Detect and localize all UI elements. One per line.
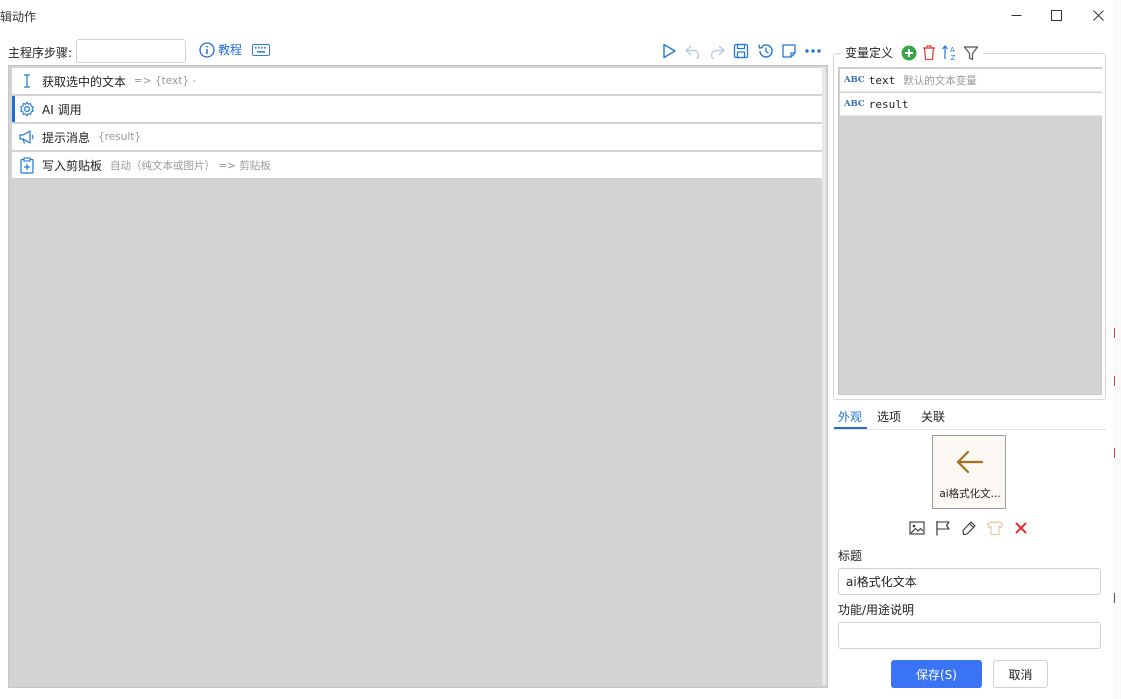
tab-appearance[interactable]: 外观 xyxy=(838,408,862,425)
color-picker-icon[interactable] xyxy=(960,519,978,537)
text-cursor-icon xyxy=(18,72,36,90)
step-search-input[interactable] xyxy=(76,39,186,63)
variable-row-result[interactable]: ABC result xyxy=(840,93,1102,116)
more-icon[interactable] xyxy=(803,41,823,61)
step-item-get-selected-text[interactable]: 获取选中的文本 => {text} - xyxy=(12,68,823,94)
step-extra: 自动（纯文本或图片） => 剪贴板 xyxy=(110,159,271,172)
gear-icon xyxy=(18,100,36,118)
undo-icon[interactable] xyxy=(683,41,703,61)
history-icon[interactable] xyxy=(755,41,775,61)
sort-icon[interactable]: AZ xyxy=(941,44,959,61)
cancel-button[interactable]: 取消 xyxy=(993,660,1048,688)
clipboard-icon xyxy=(18,156,36,174)
tab-options[interactable]: 选项 xyxy=(877,408,901,425)
keyboard-icon[interactable] xyxy=(252,44,270,59)
image-icon[interactable] xyxy=(908,519,926,537)
variables-list: ABC text 默认的文本变量 ABC result xyxy=(838,67,1102,395)
variables-header: 变量定义 AZ xyxy=(841,44,984,61)
step-extra: => {text} - xyxy=(134,75,197,87)
tab-associations[interactable]: 关联 xyxy=(921,408,945,425)
step-label: 写入剪贴板 xyxy=(42,158,103,173)
main-steps-label: 主程序步骤: xyxy=(8,46,73,60)
title-input[interactable]: ai格式化文本 xyxy=(838,568,1101,595)
run-icon[interactable] xyxy=(659,41,679,61)
svg-text:Z: Z xyxy=(951,54,956,61)
clear-icon[interactable] xyxy=(1012,519,1030,537)
tutorial-link[interactable]: 教程 xyxy=(199,41,242,58)
delete-variable-icon[interactable] xyxy=(921,44,937,61)
arrow-left-icon xyxy=(956,450,984,474)
description-input[interactable] xyxy=(838,622,1101,649)
minimize-icon xyxy=(1011,14,1021,16)
string-type-icon: ABC xyxy=(844,99,865,109)
redo-icon[interactable] xyxy=(707,41,727,61)
svg-text:A: A xyxy=(950,46,955,54)
flag-icon[interactable] xyxy=(934,519,952,537)
step-item-show-message[interactable]: 提示消息 {result} xyxy=(12,124,823,150)
tutorial-label: 教程 xyxy=(218,43,243,57)
step-label: AI 调用 xyxy=(42,102,82,117)
variable-row-text[interactable]: ABC text 默认的文本变量 xyxy=(840,69,1102,92)
edit-action-window: 编辑动作 主程序步骤: 教程 xyxy=(0,0,1121,699)
variables-title: 变量定义 xyxy=(845,46,894,60)
maximize-icon xyxy=(1050,9,1062,21)
title-label: 标题 xyxy=(838,549,863,563)
steps-panel: 获取选中的文本 => {text} - AI 调用 提示消息 {result} … xyxy=(8,65,828,688)
step-label: 获取选中的文本 xyxy=(42,74,127,89)
filter-icon[interactable] xyxy=(963,45,979,61)
description-label: 功能/用途说明 xyxy=(838,603,915,617)
variable-name: result xyxy=(868,97,909,111)
background-window-edge xyxy=(1113,0,1121,699)
variable-desc: 默认的文本变量 xyxy=(903,74,977,87)
string-type-icon: ABC xyxy=(844,75,865,85)
properties-tabs: 外观 选项 关联 xyxy=(833,405,1106,430)
title-bar: 编辑动作 xyxy=(0,0,1121,30)
megaphone-icon xyxy=(18,128,36,146)
add-variable-icon[interactable] xyxy=(901,45,917,61)
preview-caption: ai格式化文... xyxy=(939,488,1001,500)
variable-name: text xyxy=(868,73,896,87)
step-item-write-clipboard[interactable]: 写入剪贴板 自动（纯文本或图片） => 剪贴板 xyxy=(12,152,823,178)
active-tab-indicator xyxy=(834,427,867,429)
step-item-ai-call[interactable]: AI 调用 xyxy=(12,96,823,122)
window-title: 编辑动作 xyxy=(0,10,37,24)
shirt-icon[interactable] xyxy=(986,519,1004,537)
save-icon[interactable] xyxy=(731,41,751,61)
save-button[interactable]: 保存(S) xyxy=(891,660,982,688)
info-icon xyxy=(199,41,215,58)
maximize-button[interactable] xyxy=(1033,0,1079,30)
step-label: 提示消息 xyxy=(42,130,91,145)
action-icon-preview[interactable]: ai格式化文... xyxy=(932,435,1006,509)
close-icon xyxy=(1092,9,1104,21)
step-extra: {result} xyxy=(98,131,142,143)
note-icon[interactable] xyxy=(779,41,799,61)
steps-scrollbar[interactable] xyxy=(822,67,826,685)
